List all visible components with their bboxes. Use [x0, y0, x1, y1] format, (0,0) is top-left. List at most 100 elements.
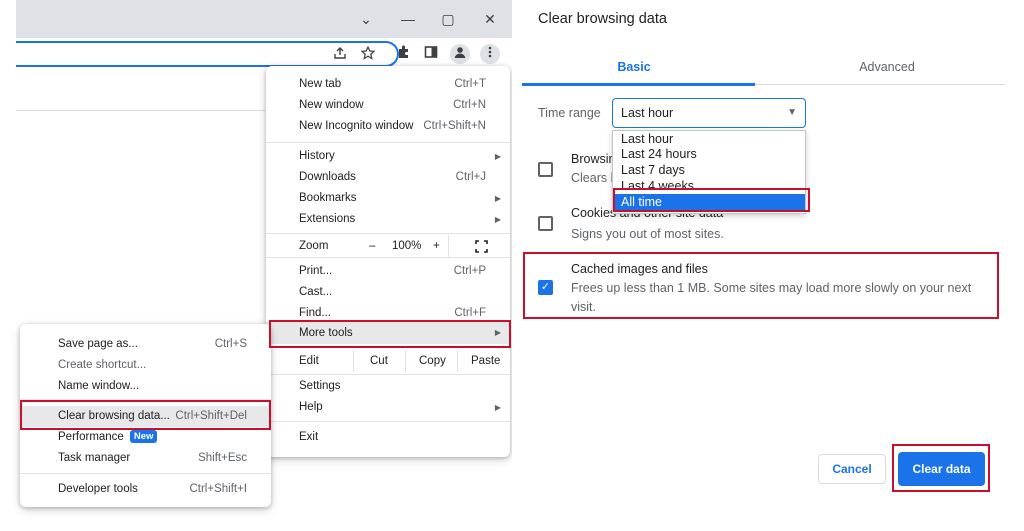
address-bar[interactable] — [16, 41, 399, 67]
cookies-checkbox[interactable] — [538, 216, 553, 231]
dialog-title: Clear browsing data — [538, 11, 667, 27]
browsing-history-checkbox[interactable] — [538, 162, 553, 177]
submenu-item-performance[interactable]: Performance New — [20, 427, 271, 448]
menu-separator — [266, 142, 510, 143]
minimize-icon[interactable]: — — [397, 8, 419, 30]
menu-item-shortcut: Ctrl+Shift+N — [423, 120, 486, 132]
submenu-item-task-manager[interactable]: Task manager Shift+Esc — [20, 448, 271, 469]
submenu-item-save-page[interactable]: Save page as... Ctrl+S — [20, 334, 271, 355]
menu-item-label: Exit — [299, 431, 319, 443]
menu-item-extensions[interactable]: Extensions ▶ — [266, 209, 510, 230]
menu-item-bookmarks[interactable]: Bookmarks ▶ — [266, 188, 510, 209]
menu-item-shortcut: Ctrl+Shift+Del — [175, 410, 247, 422]
menu-item-find[interactable]: Find... Ctrl+F — [266, 303, 510, 324]
zoom-divider — [448, 235, 449, 257]
submenu-arrow-icon: ▶ — [494, 194, 501, 203]
tab-active-indicator — [522, 83, 755, 86]
edit-divider — [457, 350, 458, 372]
bookmark-star-icon[interactable] — [358, 45, 378, 65]
menu-item-new-incognito[interactable]: New Incognito window Ctrl+Shift+N — [266, 116, 510, 137]
cancel-button[interactable]: Cancel — [818, 454, 886, 484]
option-last-hour[interactable]: Last hour — [613, 131, 805, 147]
menu-separator — [266, 374, 510, 375]
kebab-menu-icon[interactable] — [480, 44, 500, 64]
menu-item-label: Create shortcut... — [58, 359, 147, 371]
edit-divider — [405, 350, 406, 372]
time-range-dropdown: Last hour Last 24 hours Last 7 days Last… — [612, 130, 806, 214]
tab-divider — [755, 84, 1005, 85]
menu-separator — [20, 399, 271, 400]
clear-data-button[interactable]: Clear data — [898, 452, 985, 486]
option-last-7-days[interactable]: Last 7 days — [613, 162, 805, 178]
zoom-in-button[interactable]: + — [433, 235, 440, 257]
submenu-arrow-icon: ▶ — [494, 403, 501, 412]
menu-item-shortcut: Ctrl+S — [214, 338, 247, 350]
menu-row-edit: Edit Cut Copy Paste — [266, 350, 510, 372]
submenu-arrow-icon: ▶ — [494, 152, 501, 161]
option-all-time[interactable]: All time — [613, 194, 805, 210]
menu-item-more-tools[interactable]: More tools ▶ — [266, 322, 510, 344]
menu-row-zoom: Zoom – 100% + — [266, 235, 510, 257]
menu-separator — [266, 233, 510, 234]
menu-item-help[interactable]: Help ▶ — [266, 397, 510, 418]
chrome-main-menu: New tab Ctrl+T New window Ctrl+N New Inc… — [266, 66, 510, 457]
time-range-value: Last hour — [621, 106, 674, 120]
browser-window: ⌄ — ▢ ✕ New tab Ctrl+T New window Ctrl+N… — [0, 0, 512, 531]
tab-basic[interactable]: Basic — [564, 58, 704, 76]
menu-item-label: History — [299, 150, 335, 162]
menu-item-label: More tools — [299, 327, 353, 339]
option-last-24-hours[interactable]: Last 24 hours — [613, 146, 805, 162]
submenu-item-name-window[interactable]: Name window... — [20, 376, 271, 397]
menu-item-label-wrap: Performance New — [58, 427, 158, 448]
screenshot-root: ⌄ — ▢ ✕ New tab Ctrl+T New window Ctrl+N… — [0, 0, 1024, 531]
cut-button[interactable]: Cut — [370, 350, 388, 372]
restore-icon[interactable]: ▢ — [437, 8, 459, 30]
menu-item-print[interactable]: Print... Ctrl+P — [266, 261, 510, 282]
zoom-level: 100% — [392, 240, 422, 252]
profile-icon[interactable] — [450, 44, 470, 64]
option-last-4-weeks[interactable]: Last 4 weeks — [613, 178, 805, 194]
menu-separator — [266, 346, 510, 347]
menu-item-label: Bookmarks — [299, 192, 357, 204]
menu-item-shortcut: Ctrl+Shift+I — [189, 483, 247, 495]
tab-search-icon[interactable]: ⌄ — [355, 8, 377, 30]
side-panel-icon[interactable] — [421, 44, 441, 64]
close-icon[interactable]: ✕ — [479, 8, 501, 30]
extensions-icon[interactable] — [393, 44, 413, 64]
menu-item-cast[interactable]: Cast... — [266, 282, 510, 303]
chevron-down-icon: ▼ — [787, 107, 797, 118]
menu-item-label: Developer tools — [58, 483, 138, 495]
menu-separator — [266, 257, 510, 258]
menu-item-new-tab[interactable]: New tab Ctrl+T — [266, 74, 510, 95]
menu-item-exit[interactable]: Exit — [266, 427, 510, 448]
menu-item-label: Save page as... — [58, 338, 138, 350]
submenu-item-developer-tools[interactable]: Developer tools Ctrl+Shift+I — [20, 479, 271, 500]
menu-item-label: Performance — [58, 431, 124, 443]
cached-images-checkbox[interactable]: ✓ — [538, 280, 553, 295]
tab-advanced[interactable]: Advanced — [817, 58, 957, 76]
menu-item-label: New window — [299, 99, 364, 111]
menu-item-label: New tab — [299, 78, 342, 90]
zoom-label: Zoom — [299, 240, 329, 252]
menu-item-label: Print... — [299, 265, 333, 277]
submenu-item-clear-browsing-data[interactable]: Clear browsing data... Ctrl+Shift+Del — [20, 406, 271, 427]
time-range-select[interactable]: Last hour ▼ — [612, 98, 806, 128]
paste-button[interactable]: Paste — [471, 350, 500, 372]
menu-item-downloads[interactable]: Downloads Ctrl+J — [266, 167, 510, 188]
cached-images-desc: Frees up less than 1 MB. Some sites may … — [571, 281, 972, 314]
menu-item-label: Help — [299, 401, 323, 413]
title-bar: ⌄ — ▢ ✕ — [16, 0, 512, 38]
menu-item-shortcut: Ctrl+P — [453, 265, 486, 277]
zoom-out-button[interactable]: – — [369, 235, 375, 257]
share-icon[interactable] — [330, 45, 350, 65]
submenu-item-create-shortcut[interactable]: Create shortcut... — [20, 355, 271, 376]
copy-button[interactable]: Copy — [419, 350, 446, 372]
page-divider — [16, 110, 266, 111]
menu-item-history[interactable]: History ▶ — [266, 146, 510, 167]
cached-images-title: Cached images and files — [571, 262, 708, 276]
menu-item-settings[interactable]: Settings — [266, 376, 510, 397]
more-tools-submenu: Save page as... Ctrl+S Create shortcut..… — [20, 324, 271, 507]
menu-item-new-window[interactable]: New window Ctrl+N — [266, 95, 510, 116]
clear-browsing-data-dialog: Clear browsing data Basic Advanced Time … — [512, 0, 1024, 531]
menu-item-label: Clear browsing data... — [58, 410, 170, 422]
